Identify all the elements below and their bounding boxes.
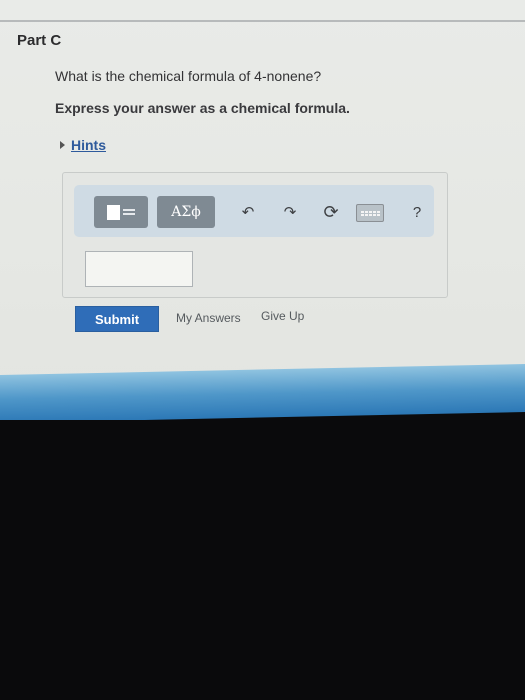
keyboard-keys — [360, 210, 380, 216]
help-button[interactable]: ? — [404, 199, 430, 225]
question-page: Part C What is the chemical formula of 4… — [0, 0, 525, 392]
templates-icon — [107, 204, 120, 220]
greek-symbols-button[interactable]: ΑΣϕ — [157, 196, 215, 228]
reset-icon[interactable]: ⟳ — [318, 199, 344, 225]
question-text: What is the chemical formula of 4-nonene… — [55, 68, 322, 84]
give-up-link[interactable]: Give Up — [261, 309, 304, 323]
monitor-bezel — [0, 420, 525, 700]
templates-button[interactable] — [94, 196, 148, 228]
redo-icon[interactable]: ↷ — [277, 199, 303, 225]
hints-link[interactable]: Hints — [71, 137, 106, 153]
keyboard-icon[interactable] — [356, 204, 384, 222]
answer-instruction: Express your answer as a chemical formul… — [55, 100, 350, 116]
answer-panel: ΑΣϕ ↶ ↷ ⟳ ? — [62, 172, 448, 298]
hints-toggle[interactable]: Hints — [60, 137, 106, 153]
part-title: Part C — [17, 32, 62, 49]
divider — [0, 20, 525, 22]
fraction-icon — [123, 209, 135, 215]
answer-input[interactable] — [85, 251, 193, 287]
undo-icon[interactable]: ↶ — [235, 199, 261, 225]
submit-button[interactable]: Submit — [75, 306, 159, 332]
expand-triangle-icon — [60, 141, 65, 149]
taskbar-band — [0, 364, 525, 423]
math-toolbar: ΑΣϕ ↶ ↷ ⟳ ? — [74, 185, 434, 237]
screen: Part C What is the chemical formula of 4… — [0, 0, 525, 700]
my-answers-link[interactable]: My Answers — [176, 311, 241, 325]
